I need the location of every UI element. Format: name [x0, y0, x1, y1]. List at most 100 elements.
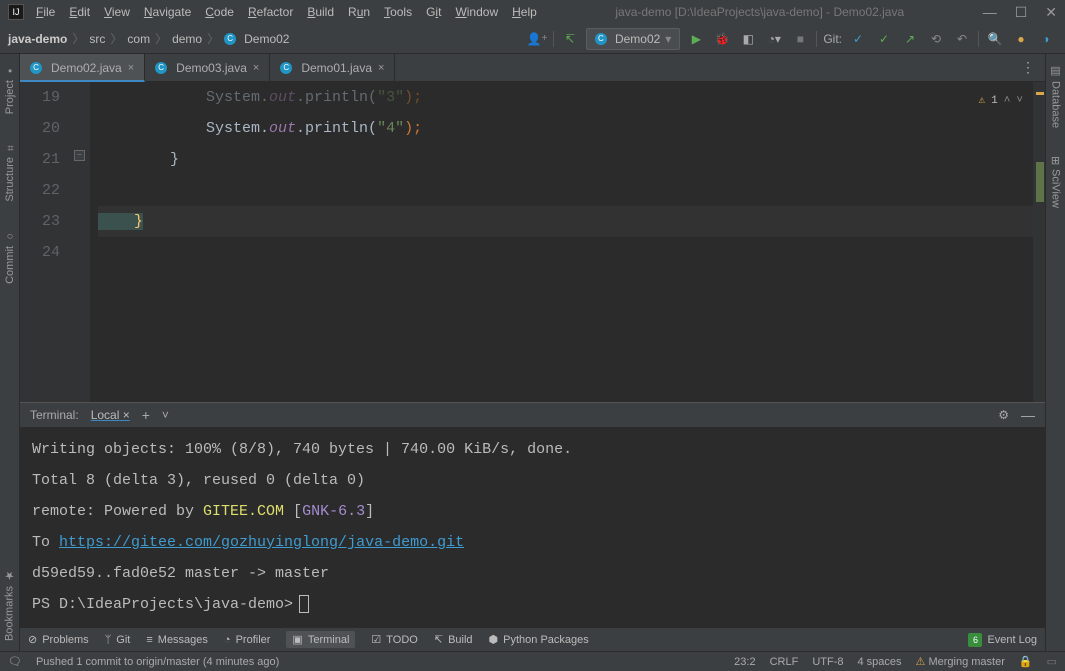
repo-url-link[interactable]: https://gitee.com/gozhuyinglong/java-dem…	[59, 534, 464, 551]
add-terminal-icon[interactable]: +	[142, 407, 150, 423]
git-update-icon[interactable]: ✓	[848, 29, 868, 49]
code-line: }	[98, 144, 1033, 175]
tab-demo01[interactable]: C Demo01.java ×	[270, 54, 395, 82]
menu-navigate[interactable]: Navigate	[144, 5, 191, 19]
breadcrumb-demo[interactable]: demo	[172, 32, 202, 46]
chevron-down-icon[interactable]: ˅	[162, 408, 169, 422]
code-pane[interactable]: System.out.println("3"); System.out.prin…	[90, 82, 1033, 402]
history-icon[interactable]: ⟲	[926, 29, 946, 49]
file-encoding[interactable]: UTF-8	[812, 656, 843, 668]
tool-project[interactable]: Project ▪	[4, 64, 16, 114]
indent-setting[interactable]: 4 spaces	[858, 656, 902, 668]
tool-profiler[interactable]: ◔Profiler	[224, 634, 271, 646]
tool-bookmarks[interactable]: Bookmarks ★	[3, 569, 16, 641]
line-separator[interactable]: CRLF	[770, 656, 799, 668]
search-icon[interactable]: 🔍	[985, 29, 1005, 49]
vcs-status-icon[interactable]: 🗨	[8, 655, 22, 668]
editor-area: C Demo02.java × C Demo03.java × C Demo01…	[20, 54, 1045, 651]
menu-tools[interactable]: Tools	[384, 5, 412, 19]
close-icon[interactable]: ×	[253, 62, 259, 74]
tab-demo02[interactable]: C Demo02.java ×	[20, 54, 145, 82]
menu-build[interactable]: Build	[307, 5, 334, 19]
hide-panel-icon[interactable]: —	[1021, 407, 1035, 423]
close-button[interactable]: ✕	[1045, 4, 1057, 21]
window-controls: — ☐ ✕	[983, 4, 1057, 21]
tool-commit[interactable]: Commit ○	[4, 230, 16, 284]
ide-update-icon[interactable]: ●	[1011, 29, 1031, 49]
menu-code[interactable]: Code	[205, 5, 234, 19]
breadcrumb-class[interactable]: Demo02	[244, 32, 289, 46]
line-number: 24	[20, 237, 60, 268]
build-icon: ↸	[434, 633, 443, 646]
change-mark[interactable]	[1036, 162, 1044, 202]
tool-python[interactable]: ⬢Python Packages	[489, 633, 589, 646]
menu-file[interactable]: File	[36, 5, 55, 19]
rollback-icon[interactable]: ↶	[952, 29, 972, 49]
tool-git[interactable]: ᛘGit	[105, 634, 131, 646]
merge-status[interactable]: ⚠ Merging master	[916, 655, 1005, 668]
class-icon: C	[280, 62, 292, 74]
separator	[553, 31, 554, 47]
breadcrumb-com[interactable]: com	[127, 32, 150, 46]
fold-end-icon[interactable]: —	[74, 150, 85, 161]
tool-problems[interactable]: ⊘Problems	[28, 633, 89, 646]
inspection-widget[interactable]: ⚠ 1 ˄ ˅	[979, 86, 1023, 117]
profile-icon[interactable]: ◔▾	[764, 29, 784, 49]
coverage-icon[interactable]: ◧	[738, 29, 758, 49]
tool-eventlog[interactable]: 6Event Log	[968, 633, 1037, 647]
menu-view[interactable]: View	[104, 5, 130, 19]
chevron-down-icon[interactable]: ˅	[1016, 86, 1023, 117]
warning-mark[interactable]	[1036, 92, 1044, 95]
label: Build	[448, 634, 472, 646]
close-icon[interactable]: ×	[128, 62, 134, 74]
run-config-combo[interactable]: C Demo02 ▾	[586, 28, 680, 50]
line-number: 19	[20, 82, 60, 113]
tab-demo03[interactable]: C Demo03.java ×	[145, 54, 270, 82]
add-user-icon[interactable]: 👤+	[527, 29, 547, 49]
minimize-button[interactable]: —	[983, 4, 997, 21]
menu-refactor[interactable]: Refactor	[248, 5, 293, 19]
debug-icon[interactable]: 🐞	[712, 29, 732, 49]
tool-structure[interactable]: Structure ⌗	[4, 142, 16, 202]
code-editor[interactable]: 19 20 21 22 23 24 — System.out.println("…	[20, 82, 1045, 402]
hammer-icon[interactable]: ↸	[560, 29, 580, 49]
close-icon[interactable]: ×	[378, 62, 384, 74]
lock-icon[interactable]: 🔒	[1019, 655, 1033, 668]
line-number: 23	[20, 206, 60, 237]
tool-sciview[interactable]: ⊞ SciView	[1049, 156, 1062, 208]
menu-window[interactable]: Window	[455, 5, 498, 19]
stop-icon[interactable]: ■	[790, 29, 810, 49]
code-line: System.out.println("3");	[98, 82, 1033, 113]
tool-database[interactable]: ▤ Database	[1049, 64, 1062, 128]
avatar-icon[interactable]: ◗	[1037, 29, 1057, 49]
chevron-right-icon: 〉	[72, 30, 84, 47]
error-stripe[interactable]	[1033, 82, 1045, 402]
menu-bar: File Edit View Navigate Code Refactor Bu…	[36, 5, 537, 19]
gear-icon[interactable]: ⚙	[998, 408, 1009, 422]
play-icon[interactable]: ▶	[686, 29, 706, 49]
tool-todo[interactable]: ☑TODO	[371, 633, 417, 646]
label: Project	[4, 80, 16, 114]
menu-help[interactable]: Help	[512, 5, 537, 19]
menu-git[interactable]: Git	[426, 5, 441, 19]
class-icon: C	[155, 62, 167, 74]
tool-terminal[interactable]: ▣Terminal	[286, 631, 355, 648]
terminal-tab-local[interactable]: Local ×	[91, 408, 130, 422]
memory-icon[interactable]: ▭	[1047, 655, 1057, 668]
separator	[816, 31, 817, 47]
menu-edit[interactable]: Edit	[69, 5, 90, 19]
chevron-up-icon[interactable]: ˄	[1004, 86, 1011, 117]
menu-run[interactable]: Run	[348, 5, 370, 19]
todo-icon: ☑	[371, 633, 381, 646]
breadcrumb-src[interactable]: src	[89, 32, 105, 46]
caret-position[interactable]: 23:2	[734, 656, 755, 668]
breadcrumb-root[interactable]: java-demo	[8, 32, 67, 46]
terminal-output[interactable]: Writing objects: 100% (8/8), 740 bytes |…	[20, 428, 1045, 627]
git-commit-icon[interactable]: ✓	[874, 29, 894, 49]
git-push-icon[interactable]: ↗	[900, 29, 920, 49]
tool-build[interactable]: ↸ Build	[434, 633, 473, 646]
tool-messages[interactable]: ≡Messages	[146, 634, 208, 646]
warning-count: 1	[991, 86, 998, 117]
tab-options-icon[interactable]: ⋮	[1011, 59, 1045, 76]
maximize-button[interactable]: ☐	[1015, 4, 1028, 21]
